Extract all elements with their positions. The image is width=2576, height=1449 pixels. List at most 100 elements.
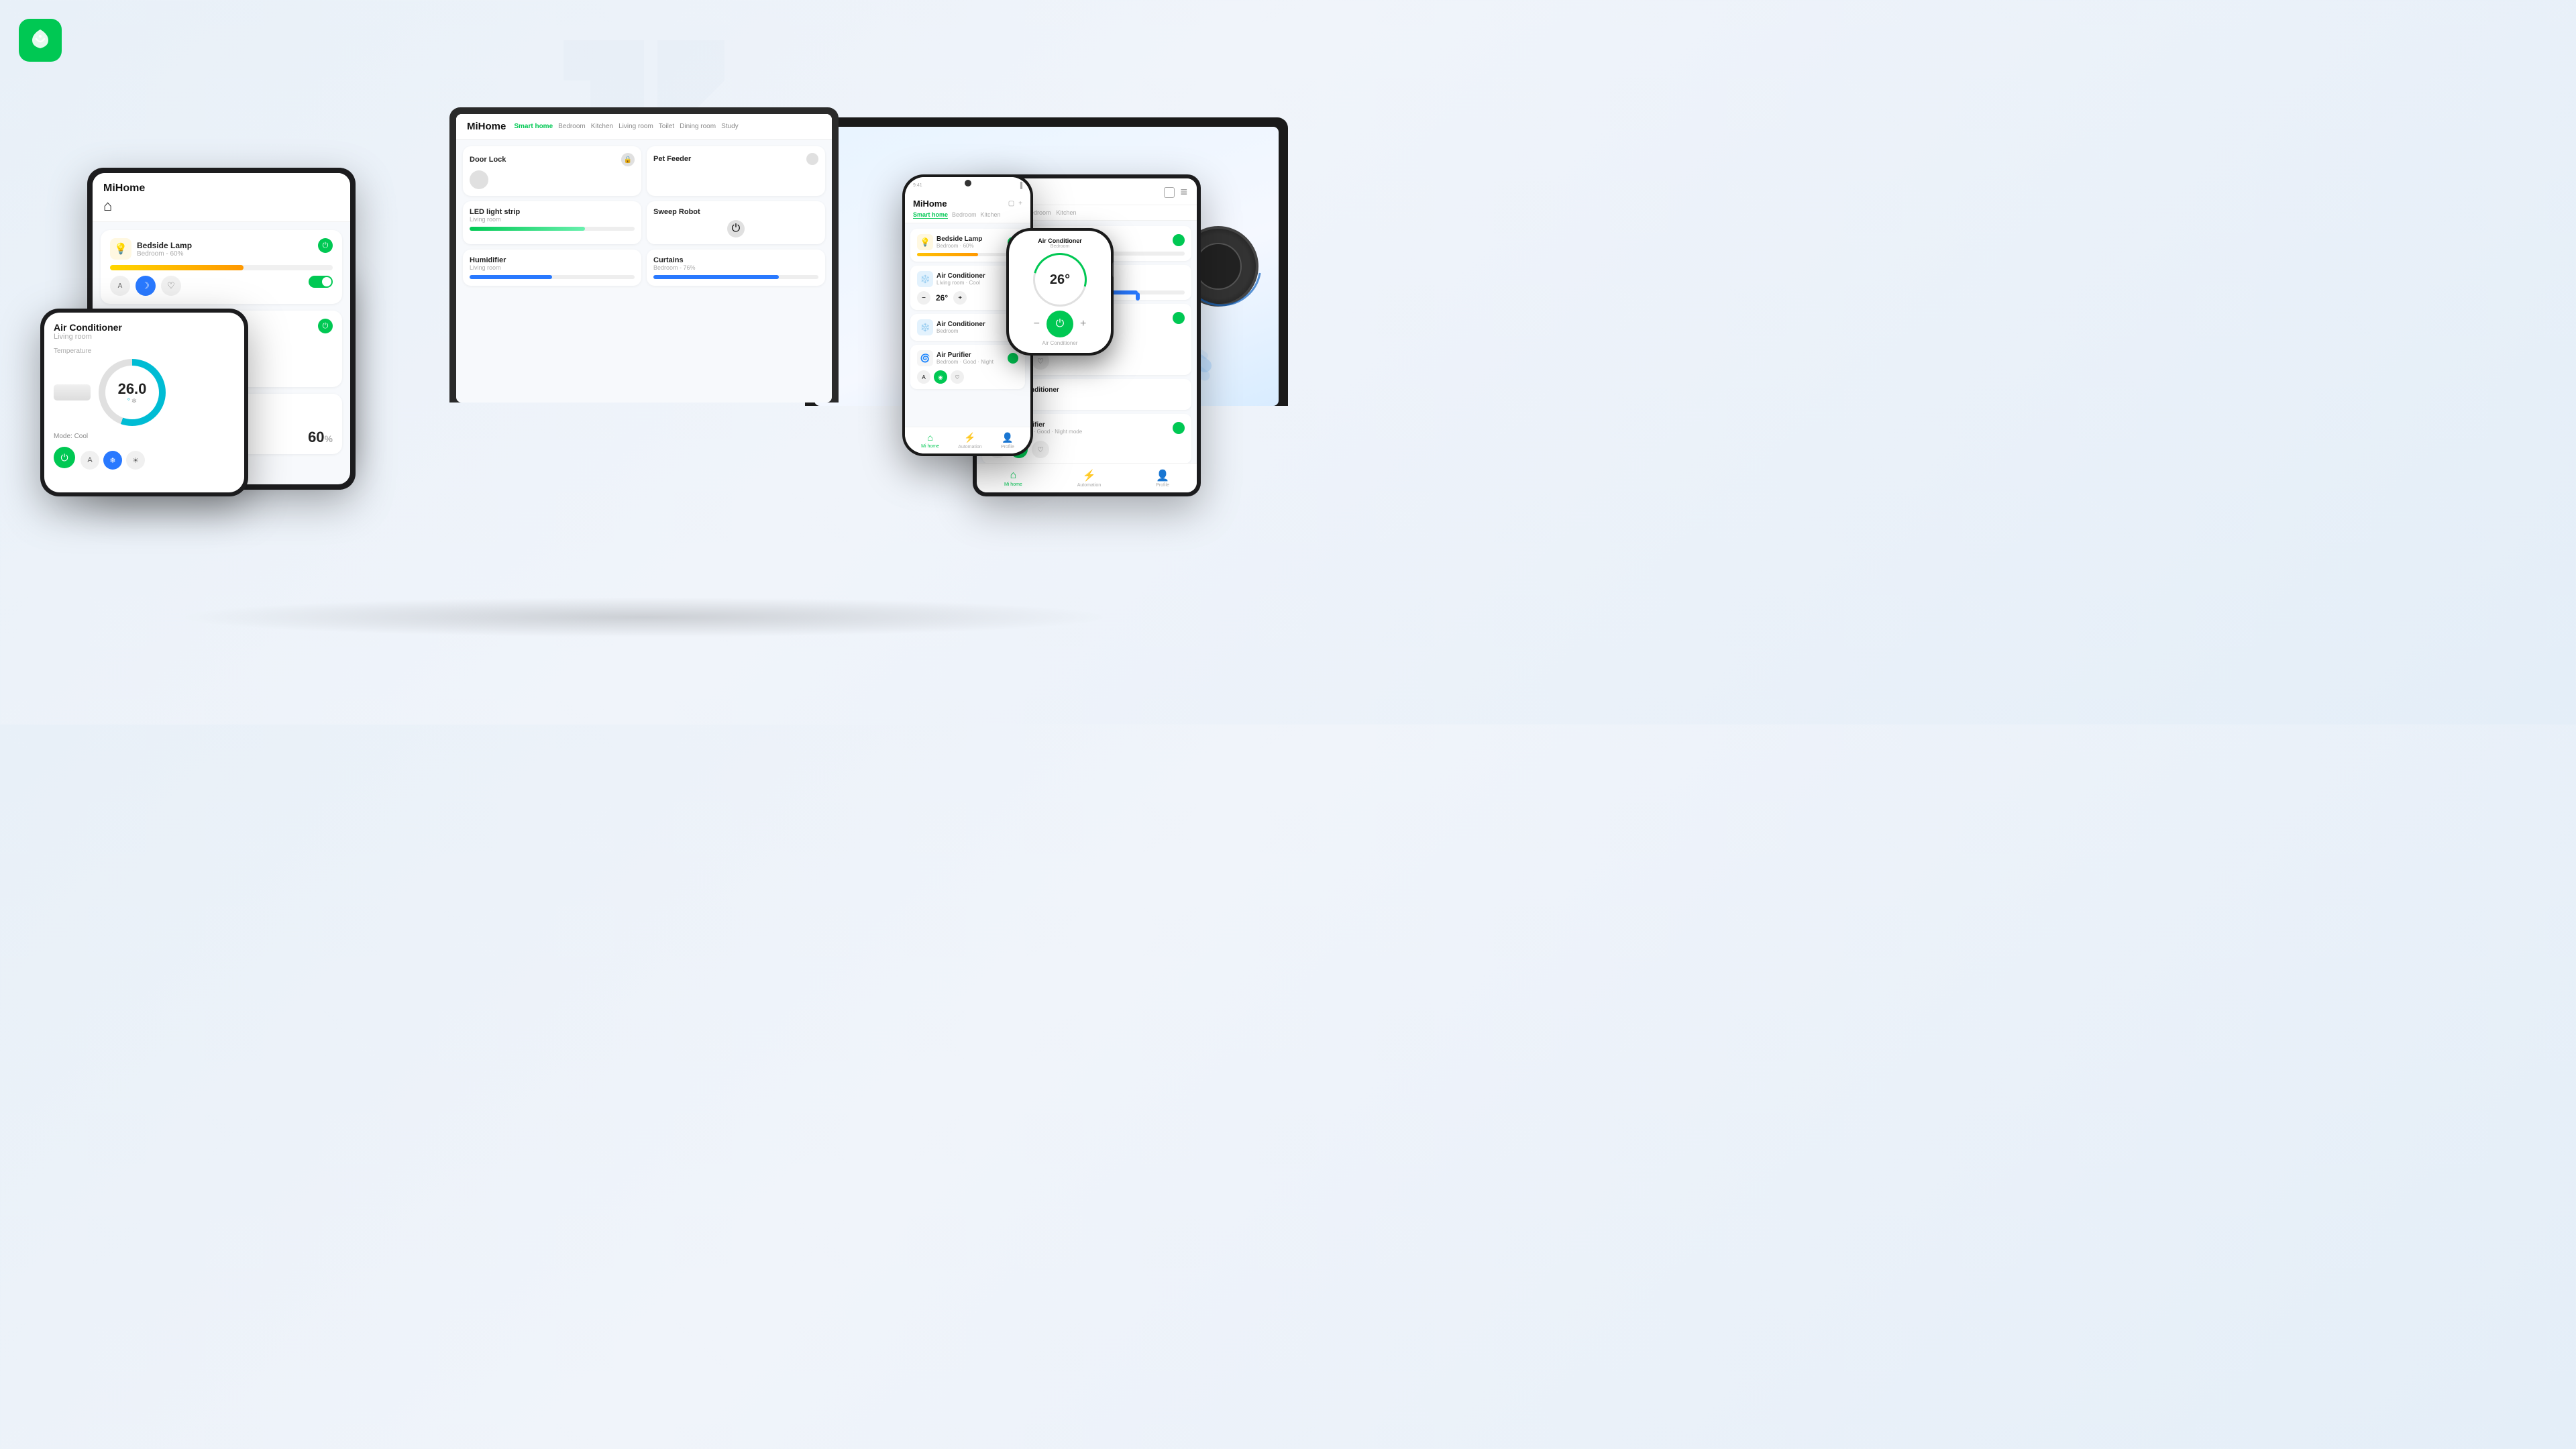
- phone-purifier-sub: Bedroom · Good · Night: [936, 359, 994, 365]
- phone-purifier-power[interactable]: [1008, 353, 1018, 364]
- laptop-card-doorlock: Door Lock 🔒: [463, 146, 641, 196]
- watch-temp-val: 26°: [1050, 272, 1070, 288]
- lamp-bar: [110, 265, 333, 270]
- rt-nav-automation[interactable]: ⚡ Automation: [1077, 469, 1101, 488]
- phone-purifier-btn-active[interactable]: ◉: [934, 370, 947, 384]
- phone-ac-living-minus[interactable]: −: [917, 291, 930, 305]
- ac-power-btn[interactable]: ⏻: [54, 447, 75, 468]
- rt-curtains-handle[interactable]: [1136, 292, 1140, 301]
- ac-ctrl-title: Air Conditioner: [54, 322, 235, 333]
- watch-controls: − ⏻ +: [1034, 311, 1087, 337]
- rt-ac-living-power[interactable]: [1173, 312, 1185, 324]
- laptop-nav-toilet[interactable]: Toilet: [659, 123, 674, 130]
- lamp-power-dot[interactable]: ⏻: [318, 238, 333, 253]
- purifier-power-dot[interactable]: ⏻: [318, 319, 333, 333]
- lamp-title: Bedside Lamp: [137, 241, 192, 250]
- watch-device: Air Conditioner Bedroom 26° − ⏻ + Air Co…: [1006, 228, 1114, 356]
- ac-unit-small: [54, 384, 91, 400]
- phone-bottom-nav: ⌂ Mi home ⚡ Automation 👤 Profile: [905, 427, 1030, 453]
- rt-lamp-power[interactable]: [1173, 234, 1185, 246]
- watch-crown: [1112, 262, 1114, 278]
- ac-mode-value: Cool: [74, 433, 89, 440]
- ac-mode-label: Mode: Cool: [54, 433, 235, 440]
- lamp-btn-moon[interactable]: ☽: [136, 276, 156, 296]
- phone-purifier-btn-heart[interactable]: ♡: [951, 370, 964, 384]
- laptop-led-fill: [470, 227, 585, 231]
- lamp-btn-a[interactable]: A: [110, 276, 130, 296]
- ac-mode-sun[interactable]: ☀: [126, 451, 145, 470]
- phone-plus-icon[interactable]: +: [1018, 200, 1022, 207]
- phone-purifier-icon: 🌀: [917, 350, 933, 366]
- laptop-nav-smarthome[interactable]: Smart home: [514, 123, 553, 130]
- phone-ac-living-sub: Living room · Cool: [936, 280, 985, 286]
- watch-minus-btn[interactable]: −: [1034, 318, 1040, 330]
- phone-lamp-sub: Bedroom · 60%: [936, 243, 982, 249]
- device-shadow: [174, 597, 1114, 637]
- rt-purifier-power[interactable]: [1173, 422, 1185, 434]
- phone-tab-smarthome[interactable]: Smart home: [913, 211, 948, 219]
- rt-window-btn[interactable]: [1164, 187, 1175, 198]
- laptop-card-robot-title: Sweep Robot: [653, 208, 818, 216]
- doorlock-action-btn[interactable]: [470, 170, 488, 189]
- rt-nav-profile-label: Profile: [1156, 483, 1169, 488]
- ac-ctrl-bottom: Mode: Cool ⏻ A ❄ ☀: [54, 433, 235, 470]
- phone-notch: [965, 180, 971, 186]
- phone-nav-profile[interactable]: 👤 Profile: [1001, 432, 1014, 449]
- laptop-nav-livingroom[interactable]: Living room: [619, 123, 653, 130]
- phone-nav-home-icon: ⌂: [927, 432, 932, 443]
- laptop-nav-study[interactable]: Study: [721, 123, 739, 130]
- phone-ac-living-plus[interactable]: +: [953, 291, 967, 305]
- rt-nav-profile-icon: 👤: [1156, 469, 1169, 482]
- laptop-nav: Smart home Bedroom Kitchen Living room T…: [514, 123, 738, 130]
- laptop-header: MiHome Smart home Bedroom Kitchen Living…: [456, 114, 832, 140]
- lamp-btn-heart[interactable]: ♡: [161, 276, 181, 296]
- phone-purifier-btn-a[interactable]: A: [917, 370, 930, 384]
- laptop-hum-fill: [470, 275, 552, 279]
- rt-purifier-btn-heart[interactable]: ♡: [1032, 441, 1049, 458]
- ac-mode-btns: A ❄ ☀: [80, 451, 145, 470]
- rt-nav-kitchen[interactable]: Kitchen: [1057, 209, 1077, 216]
- petfeeder-btn[interactable]: [806, 153, 818, 165]
- laptop-card-humidifier-title: Humidifier: [470, 256, 635, 264]
- laptop-nav-kitchen[interactable]: Kitchen: [591, 123, 613, 130]
- rt-nav-mihome[interactable]: ⌂ Mi home: [1004, 470, 1022, 487]
- temp-gauge-value: 26.0: [118, 380, 147, 398]
- laptop-card-curtains-sub: Bedroom - 76%: [653, 264, 818, 271]
- phone-card-ac-bedroom-header: ❄️ Air Conditioner Bedroom: [917, 319, 1018, 335]
- laptop-nav-bedroom[interactable]: Bedroom: [558, 123, 586, 130]
- st-header: MiHome ⌂: [93, 173, 350, 222]
- phone-nav-automation-icon: ⚡: [964, 432, 975, 443]
- ac-mode-cool[interactable]: ❄: [103, 451, 122, 470]
- laptop-card-curtains: Curtains Bedroom - 76%: [647, 250, 825, 286]
- ac-power-row: ⏻ A ❄ ☀: [54, 445, 235, 470]
- phone-lamp-fill: [917, 253, 978, 256]
- laptop-nav-diningroom[interactable]: Dining room: [680, 123, 716, 130]
- ac-ctrl-temp-label: Temperature: [54, 347, 235, 355]
- lamp-toggle[interactable]: [309, 276, 333, 288]
- phone-nav-automation-label: Automation: [958, 445, 981, 449]
- rt-nav-profile[interactable]: 👤 Profile: [1156, 469, 1169, 488]
- rt-nav-automation-label: Automation: [1077, 483, 1101, 488]
- temp-gauge-unit: °: [127, 398, 130, 405]
- lamp-sub: Bedroom - 60%: [137, 250, 192, 258]
- temp-gauge: 26.0 ° ❄: [99, 359, 166, 426]
- laptop-card-petfeeder-title: Pet Feeder: [653, 155, 691, 163]
- phone-nav-home-label: Mi home: [921, 444, 939, 449]
- phone-nav-automation[interactable]: ⚡ Automation: [958, 432, 981, 449]
- watch-power-btn[interactable]: ⏻: [1046, 311, 1073, 337]
- watch-plus-btn[interactable]: +: [1080, 318, 1086, 330]
- phone-ac-bedroom-sub: Bedroom: [936, 328, 985, 334]
- rt-nav-automation-icon: ⚡: [1083, 469, 1096, 482]
- rt-bottom-nav: ⌂ Mi home ⚡ Automation 👤 Profile: [977, 463, 1197, 492]
- watch-screen: Air Conditioner Bedroom 26° − ⏻ + Air Co…: [1009, 231, 1111, 353]
- rt-menu-btn[interactable]: ≡: [1180, 185, 1187, 199]
- laptop-card-petfeeder: Pet Feeder: [647, 146, 825, 196]
- phone-nav-mihome[interactable]: ⌂ Mi home: [921, 432, 939, 449]
- laptop-title: MiHome: [467, 121, 506, 132]
- ac-mode-a[interactable]: A: [80, 451, 99, 470]
- watch-room: Bedroom: [1051, 244, 1069, 249]
- robot-btn[interactable]: ⏻: [727, 220, 745, 237]
- phone-tab-kitchen[interactable]: Kitchen: [981, 211, 1001, 219]
- phone-ac-bedroom-icon: ❄️: [917, 319, 933, 335]
- phone-tab-bedroom[interactable]: Bedroom: [952, 211, 977, 219]
